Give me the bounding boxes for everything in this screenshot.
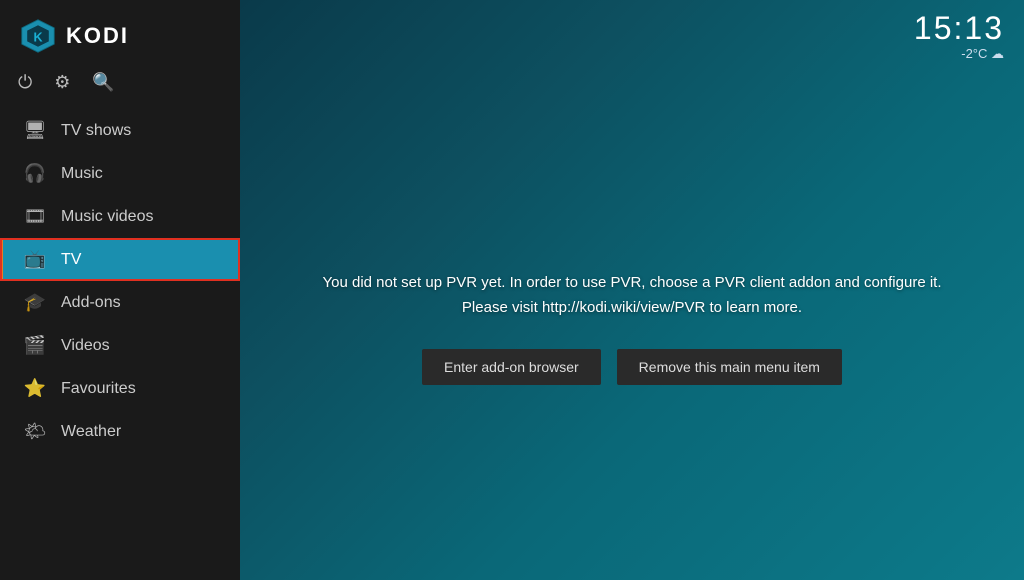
power-icon[interactable]: ⏻ [18,72,32,93]
svg-text:K: K [33,30,42,44]
music-icon: 🎧 [23,163,47,184]
search-icon[interactable]: 🔍 [92,72,114,93]
sidebar-item-weather[interactable]: 🌤 Weather [0,410,240,453]
music-videos-icon: 🎞 [23,206,47,227]
sidebar-item-add-ons[interactable]: 🎓 Add-ons [0,281,240,324]
clock-display: 15:13 [914,12,1004,44]
top-icons-bar: ⏻ ⚙ 🔍 [0,64,240,109]
enter-addon-browser-button[interactable]: Enter add-on browser [422,349,601,385]
kodi-logo-icon: K [20,18,56,54]
sidebar-item-label: TV [61,251,81,269]
remove-menu-item-button[interactable]: Remove this main menu item [617,349,842,385]
sidebar-item-label: Music [61,165,103,183]
clock-weather: 15:13 -2°C ☁ [914,12,1004,62]
app-title: KODI [66,23,129,49]
weather-icon: 🌤 [23,421,47,442]
sidebar-item-music[interactable]: 🎧 Music [0,152,240,195]
sidebar-item-tv[interactable]: 📺 TV [0,238,240,281]
add-ons-icon: 🎓 [23,292,47,313]
videos-icon: 🎬 [23,335,47,356]
tv-icon: 📺 [23,249,47,270]
sidebar-item-label: Favourites [61,380,136,398]
sidebar-item-videos[interactable]: 🎬 Videos [0,324,240,367]
sidebar: K KODI ⏻ ⚙ 🔍 🖥 TV shows 🎧 Music 🎞 Music … [0,0,240,580]
favourites-icon: ⭐ [23,378,47,399]
top-bar: 15:13 -2°C ☁ [240,0,1024,74]
sidebar-item-label: Videos [61,337,110,355]
pvr-message: You did not set up PVR yet. In order to … [323,270,942,321]
weather-display: -2°C ☁ [961,46,1004,62]
logo-area: K KODI [0,0,240,64]
pvr-buttons: Enter add-on browser Remove this main me… [422,349,842,385]
sidebar-item-favourites[interactable]: ⭐ Favourites [0,367,240,410]
sidebar-item-label: TV shows [61,122,131,140]
tv-shows-icon: 🖥 [23,120,47,141]
pvr-content-area: You did not set up PVR yet. In order to … [240,74,1024,580]
sidebar-item-label: Weather [61,423,121,441]
sidebar-item-label: Add-ons [61,294,121,312]
nav-items: 🖥 TV shows 🎧 Music 🎞 Music videos 📺 TV 🎓… [0,109,240,580]
main-content: 15:13 -2°C ☁ You did not set up PVR yet.… [240,0,1024,580]
sidebar-item-music-videos[interactable]: 🎞 Music videos [0,195,240,238]
settings-icon[interactable]: ⚙ [54,72,70,93]
sidebar-item-label: Music videos [61,208,153,226]
sidebar-item-tv-shows[interactable]: 🖥 TV shows [0,109,240,152]
